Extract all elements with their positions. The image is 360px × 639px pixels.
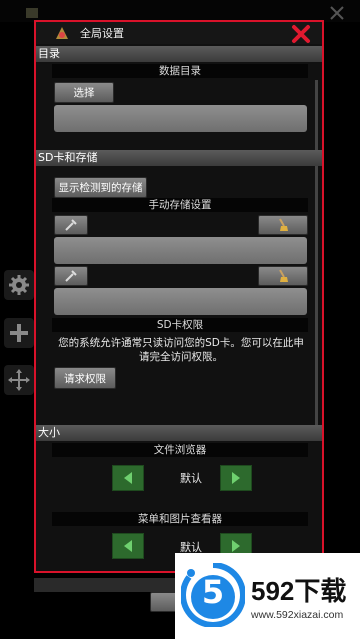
background-app-icon bbox=[26, 8, 38, 18]
file-browser-value: 默认 bbox=[180, 472, 202, 485]
watermark-url: www.592xiazai.com bbox=[251, 609, 344, 621]
global-settings-dialog: 全局设置 目录 数据目录 选择 SD卡和存储 显示检测到的存储 手动存储设置 S… bbox=[34, 20, 324, 573]
watermark-brand: 592下载 bbox=[251, 576, 347, 606]
add-icon[interactable] bbox=[4, 318, 34, 348]
settings-icon[interactable] bbox=[4, 270, 34, 300]
clear-storage-button-2[interactable] bbox=[258, 266, 308, 286]
file-browser-increase-button[interactable] bbox=[220, 465, 252, 491]
permission-text-line-2: 请完全访问权限。 bbox=[139, 351, 223, 363]
file-browser-decrease-button[interactable] bbox=[112, 465, 144, 491]
manual-storage-field-1[interactable] bbox=[54, 237, 307, 264]
manual-storage-label: 手动存储设置 bbox=[52, 198, 308, 212]
clear-storage-button-1[interactable] bbox=[258, 215, 308, 235]
section-header-directory: 目录 bbox=[36, 46, 322, 62]
dialog-title: 全局设置 bbox=[80, 27, 124, 40]
move-icon[interactable] bbox=[4, 365, 34, 395]
data-directory-label: 数据目录 bbox=[52, 64, 308, 78]
background-section-header bbox=[34, 578, 184, 592]
sd-permission-label: SD卡权限 bbox=[52, 318, 308, 332]
edit-storage-button-2[interactable] bbox=[54, 266, 88, 286]
broom-icon bbox=[279, 218, 288, 231]
request-permission-button[interactable]: 请求权限 bbox=[54, 367, 116, 389]
arrow-left-icon bbox=[124, 540, 132, 552]
tools-icon bbox=[65, 270, 77, 282]
dialog-title-bar: 全局设置 bbox=[36, 22, 322, 44]
arrow-right-icon bbox=[232, 540, 240, 552]
section-header-size: 大小 bbox=[36, 425, 322, 441]
section-header-sd-storage: SD卡和存储 bbox=[36, 150, 322, 166]
data-directory-field[interactable] bbox=[54, 105, 307, 132]
arrow-left-icon bbox=[124, 472, 132, 484]
edit-storage-button-1[interactable] bbox=[54, 215, 88, 235]
tools-icon bbox=[65, 219, 77, 231]
select-button[interactable]: 选择 bbox=[54, 82, 114, 103]
logo-digit: 5 bbox=[201, 573, 225, 611]
arrow-right-icon bbox=[232, 472, 240, 484]
show-detected-storage-button[interactable]: 显示检测到的存储 bbox=[54, 177, 147, 198]
scrollbar[interactable] bbox=[315, 80, 318, 430]
file-browser-label: 文件浏览器 bbox=[52, 443, 308, 457]
close-icon[interactable] bbox=[290, 23, 312, 45]
broom-icon bbox=[279, 269, 288, 282]
app-icon bbox=[56, 27, 68, 39]
permission-text-line-1: 您的系统允许通常只读访问您的SD卡。您可以在此申 bbox=[58, 337, 304, 349]
menu-viewer-decrease-button[interactable] bbox=[112, 533, 144, 559]
background-close-icon[interactable] bbox=[328, 4, 346, 22]
watermark-logo: 5 592下载 www.592xiazai.com bbox=[175, 553, 360, 639]
background-toolbar bbox=[0, 0, 360, 22]
menu-viewer-label: 菜单和图片查看器 bbox=[52, 512, 308, 526]
manual-storage-field-2[interactable] bbox=[54, 288, 307, 315]
